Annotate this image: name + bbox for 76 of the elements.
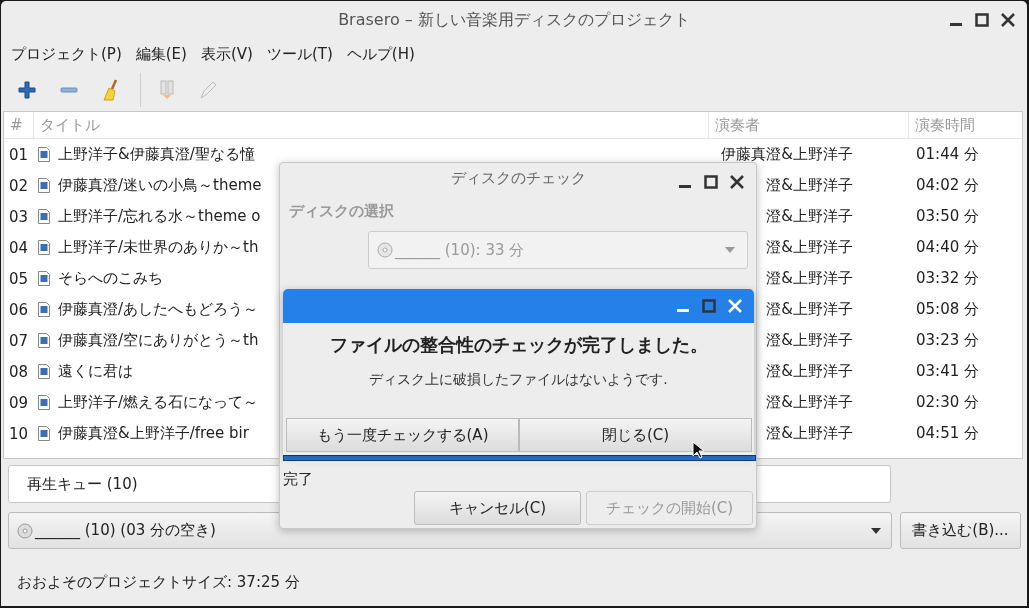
track-duration: 04:02 分 <box>915 176 980 195</box>
maximize-icon[interactable] <box>704 175 718 189</box>
track-artist: 澄&上野洋子 <box>766 424 853 443</box>
track-number: 07 <box>8 331 30 350</box>
dropdown-caret-icon <box>871 527 881 534</box>
dialog-title: ディスクのチェック <box>450 168 586 188</box>
track-number: 10 <box>8 424 30 443</box>
menu-item[interactable]: ツール(T) <box>266 44 333 64</box>
add-icon[interactable] <box>18 81 36 99</box>
audio-file-icon <box>38 271 50 286</box>
track-title: 遠くに君は <box>58 362 133 381</box>
track-artist: 澄&上野洋子 <box>766 207 853 226</box>
section-heading: ディスクの選択 <box>289 202 395 221</box>
audio-file-icon <box>38 240 50 255</box>
track-title: そらへのこみち <box>58 269 163 288</box>
track-artist: 澄&上野洋子 <box>766 269 853 288</box>
track-artist: 伊藤真澄&上野洋子 <box>721 145 853 164</box>
track-duration: 04:40 分 <box>915 238 980 257</box>
track-number: 06 <box>8 300 30 319</box>
track-duration: 04:51 分 <box>915 424 980 443</box>
audio-file-icon <box>38 147 50 162</box>
close-icon[interactable] <box>1001 13 1015 27</box>
track-artist: 澄&上野洋子 <box>766 331 853 350</box>
audio-file-icon <box>38 333 50 348</box>
dropdown-caret-icon <box>725 247 735 253</box>
progress-status: 完了 <box>283 470 314 489</box>
track-title: 上野洋子&伊藤真澄/聖なる憧 <box>58 145 255 164</box>
track-artist: 澄&上野洋子 <box>766 238 853 257</box>
audio-file-icon <box>38 302 50 317</box>
menu-item[interactable]: プロジェクト(P) <box>11 44 122 64</box>
menu-item[interactable]: 編集(E) <box>135 44 187 64</box>
project-size-label: おおよそのプロジェクトサイズ: 37:25 分 <box>17 573 300 591</box>
menu-item[interactable]: 表示(V) <box>200 44 253 64</box>
menu-item[interactable]: ヘルプ(H) <box>346 44 415 64</box>
track-title: 伊藤真澄/迷いの小鳥～theme <box>58 176 262 195</box>
dialog-button[interactable]: キャンセル(C) <box>414 491 581 525</box>
disc-icon <box>377 242 393 258</box>
dialog-message: ディスク上に破損したファイルはないようです. <box>368 371 669 389</box>
track-number: 08 <box>8 362 30 381</box>
track-number: 04 <box>8 238 30 257</box>
track-artist: 澄&上野洋子 <box>766 393 853 412</box>
track-duration: 02:30 分 <box>915 393 980 412</box>
burn-button[interactable]: 書き込む(B)... <box>900 512 1021 549</box>
audio-file-icon <box>38 426 50 441</box>
track-title: 伊藤真澄&上野洋子/free bir <box>58 424 249 443</box>
track-title: 伊藤真澄/あしたへもどろう～ <box>58 300 259 319</box>
track-duration: 03:23 分 <box>915 331 980 350</box>
track-duration: 03:41 分 <box>915 362 980 381</box>
track-title: 上野洋子/未世界のありか～th <box>58 238 259 257</box>
dialog-headline: ファイルの整合性のチェックが完了しました。 <box>328 333 709 357</box>
track-number: 03 <box>8 207 30 226</box>
track-title: 上野洋子/燃える石になって～ <box>58 393 259 412</box>
track-duration: 03:50 分 <box>915 207 980 226</box>
maximize-icon[interactable] <box>975 13 989 27</box>
track-title: 上野洋子/忘れる水～theme o <box>58 207 261 226</box>
disc-icon <box>17 522 33 539</box>
track-duration: 03:32 分 <box>915 269 980 288</box>
track-duration: 05:08 分 <box>915 300 980 319</box>
audio-file-icon <box>38 395 50 410</box>
audio-file-icon <box>38 209 50 224</box>
close-icon[interactable] <box>730 175 744 189</box>
audio-file-icon <box>38 178 50 193</box>
track-number: 05 <box>8 269 30 288</box>
track-artist: 澄&上野洋子 <box>766 300 853 319</box>
track-number: 01 <box>8 145 30 164</box>
track-number: 09 <box>8 393 30 412</box>
mouse-pointer-icon <box>692 441 704 459</box>
track-title: 伊藤真澄/空にありがとう～th <box>58 331 259 350</box>
window-title: Brasero – 新しい音楽用ディスクのプロジェクト <box>338 9 690 31</box>
audio-file-icon <box>38 364 50 379</box>
track-artist: 澄&上野洋子 <box>766 362 853 381</box>
track-artist: 澄&上野洋子 <box>766 176 853 195</box>
dialog-button[interactable]: 閉じる(C) <box>519 418 752 452</box>
track-duration: 01:44 分 <box>915 145 980 164</box>
track-number: 02 <box>8 176 30 195</box>
dialog-button[interactable]: もう一度チェックする(A) <box>286 418 519 452</box>
